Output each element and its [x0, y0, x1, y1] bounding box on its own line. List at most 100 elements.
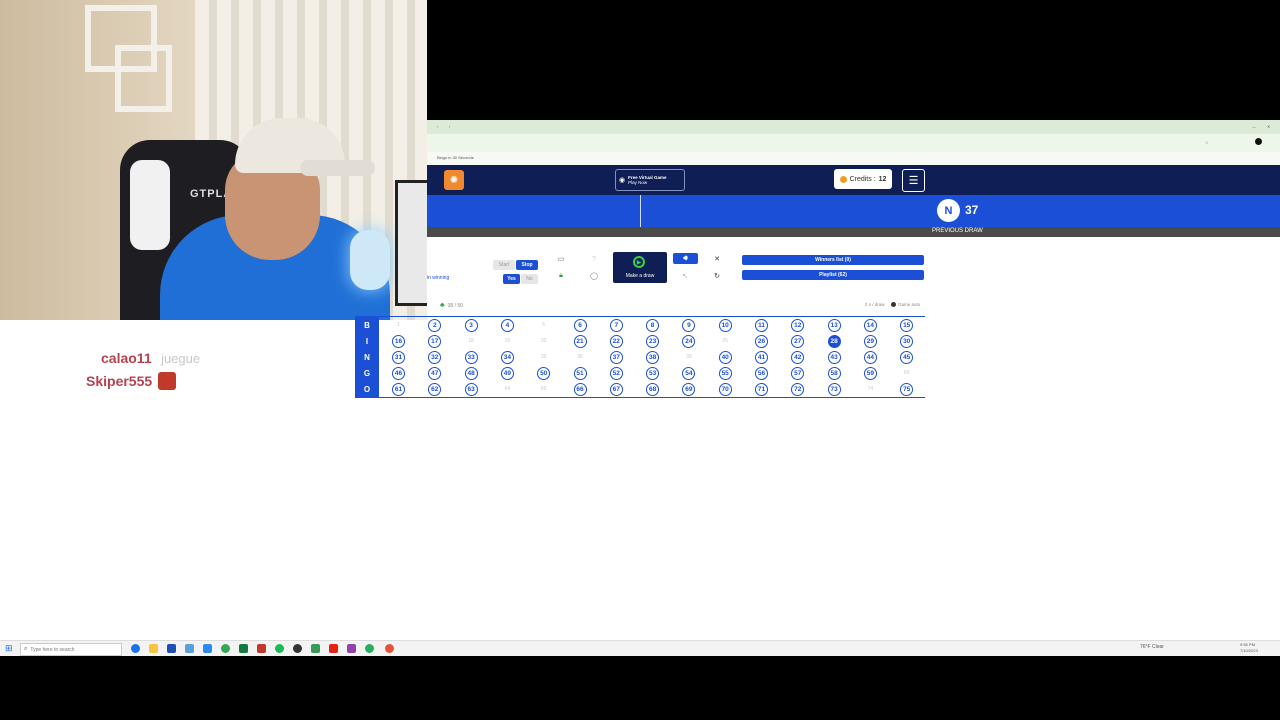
obs-icon[interactable]	[293, 644, 302, 653]
chat-icon[interactable]: ◯	[585, 270, 603, 282]
winners-list-button[interactable]: Winners list (0)	[742, 255, 924, 265]
bingo-number: 57	[791, 366, 805, 380]
play-icon: ▶	[633, 256, 645, 268]
previous-draw-strip: PREVIOUS DRAW	[427, 227, 1280, 237]
bingo-number: 19	[504, 338, 511, 344]
clock-time[interactable]: 9:55 PM	[1240, 642, 1255, 647]
logo-icon[interactable]: ✺	[444, 170, 464, 190]
excel-icon[interactable]	[239, 644, 248, 653]
bingo-number: 5	[542, 322, 546, 328]
bingo-number: 11	[755, 318, 768, 332]
start-button[interactable]: Start	[493, 260, 515, 270]
row-label-o: O	[355, 381, 379, 397]
auto-toggle[interactable]: Game auto	[891, 302, 920, 307]
star-icon[interactable]: ☆	[1205, 140, 1209, 145]
bingo-number: 61	[392, 382, 405, 396]
draw-speed: 2 s / draw	[865, 302, 885, 307]
app-icon[interactable]	[365, 644, 374, 653]
bingo-number: 29	[863, 334, 877, 348]
close-window-icon[interactable]: ✕	[1267, 124, 1270, 129]
speaker-icon[interactable]: 🔊︎	[673, 253, 698, 264]
bingo-number: 22	[609, 334, 623, 348]
folder-icon[interactable]	[149, 644, 158, 653]
chat-username: calao11	[101, 350, 152, 366]
bingo-number: 21	[573, 334, 587, 348]
refresh-icon[interactable]: ↻	[710, 270, 724, 282]
draw-letter-ball: N	[937, 199, 960, 222]
chat-username: Skiper555	[86, 373, 153, 389]
chat-message: juegue	[161, 351, 201, 366]
playlist-button[interactable]: Playlist (62)	[742, 270, 924, 280]
auto-label: Game auto	[898, 302, 921, 307]
bingo-number: 27	[791, 334, 805, 348]
bingo-number: 59	[863, 366, 877, 380]
bingo-number: 6	[573, 318, 587, 332]
credits-value: 12	[878, 175, 887, 183]
bingo-number: 72	[791, 382, 805, 396]
row-label-n: N	[355, 349, 379, 365]
winning-label: in winning	[427, 275, 450, 281]
bingo-number: 73	[827, 382, 841, 396]
hamburger-icon[interactable]: ☰	[902, 169, 925, 192]
bingo-number: 28	[827, 334, 841, 348]
promo-button[interactable]: ◉ Free Virtual Game Play Now	[615, 169, 685, 191]
chrome-icon[interactable]	[385, 644, 394, 653]
lock-icon[interactable]: 🔒︎	[552, 270, 570, 282]
stop-button[interactable]: Stop	[516, 260, 538, 270]
make-draw-button[interactable]: ▶ Make a draw	[613, 252, 667, 283]
taskbar-search[interactable]: ⌕ Type here to search	[20, 643, 122, 656]
forward-icon[interactable]: ›	[449, 124, 450, 129]
app-icon[interactable]	[257, 644, 266, 653]
app-icon[interactable]	[275, 644, 284, 653]
close-icon[interactable]: ✕	[710, 253, 724, 265]
windows-start-icon[interactable]: ⊞	[5, 643, 13, 654]
make-draw-label: Make a draw	[625, 273, 655, 279]
bingo-number: 69	[682, 382, 696, 396]
bingo-number: 4	[500, 318, 514, 332]
webcam-feed: GTPLAYER	[0, 0, 427, 320]
chrome-icon[interactable]	[221, 644, 230, 653]
bingo-number: 15	[900, 318, 914, 332]
app-icon[interactable]	[185, 644, 194, 653]
tab-title[interactable]: Bingo in 30 Seconds	[437, 155, 474, 160]
coin-icon	[839, 175, 847, 183]
bingo-number: 65	[540, 386, 547, 392]
app-icon[interactable]	[311, 644, 320, 653]
question-icon[interactable]: ?	[585, 253, 603, 265]
app-icon[interactable]	[167, 644, 176, 653]
yes-button[interactable]: Yes	[503, 274, 520, 284]
bingo-number: 1	[397, 322, 400, 328]
bingo-number: 41	[755, 350, 768, 364]
address-bar[interactable]: ☆	[427, 134, 1280, 152]
app-icon[interactable]	[347, 644, 356, 653]
minimize-icon[interactable]: —	[1252, 124, 1256, 129]
clock-date[interactable]: 7/10/2023	[1240, 648, 1258, 653]
bingo-number: 14	[863, 318, 877, 332]
bingo-number: 23	[646, 334, 660, 348]
profile-icon[interactable]	[1255, 138, 1262, 145]
bingo-number: 68	[646, 382, 660, 396]
weather[interactable]: 76°F Clear	[1140, 644, 1164, 650]
no-button[interactable]: No	[521, 274, 538, 284]
bingo-number: 75	[900, 382, 914, 396]
bingo-number: 56	[755, 366, 768, 380]
players-icon: ♣	[440, 302, 445, 309]
edge-icon[interactable]	[131, 644, 140, 653]
cursor-icon: ↖	[682, 273, 688, 280]
youtube-icon[interactable]	[329, 644, 338, 653]
taskbar: ⊞ ⌕ Type here to search 76°F Clear 9:55 …	[0, 640, 1280, 657]
back-icon[interactable]: ‹	[437, 124, 438, 129]
bingo-number: 46	[392, 366, 405, 380]
bingo-number: 17	[428, 334, 442, 348]
bingo-number: 9	[682, 318, 696, 332]
bingo-number: 8	[646, 318, 660, 332]
bingo-number: 58	[827, 366, 841, 380]
bingo-number: 71	[755, 382, 768, 396]
bingo-number: 48	[464, 366, 478, 380]
monitor-icon[interactable]: ▭	[552, 253, 570, 265]
app-icon[interactable]	[203, 644, 212, 653]
bingo-number: 26	[755, 334, 768, 348]
bingo-number: 12	[791, 318, 805, 332]
bingo-number: 33	[464, 350, 478, 364]
previous-draw-label: PREVIOUS DRAW	[932, 228, 983, 234]
